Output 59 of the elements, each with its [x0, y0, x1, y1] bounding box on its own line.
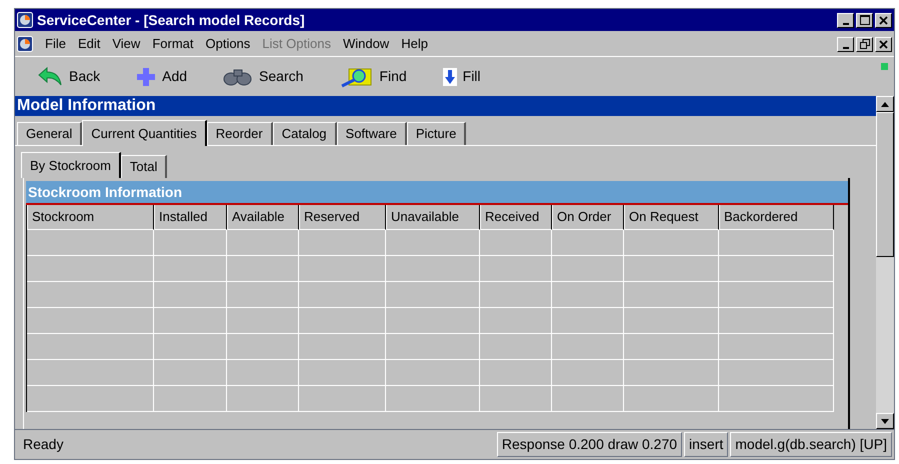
- column-header[interactable]: Available: [227, 205, 299, 230]
- close-button[interactable]: [875, 36, 892, 52]
- column-header[interactable]: Backordered: [719, 205, 834, 230]
- menu-item[interactable]: View: [112, 34, 140, 54]
- plus-icon: [136, 66, 156, 86]
- menu-item[interactable]: Edit: [78, 34, 100, 54]
- column-header[interactable]: Installed: [154, 205, 227, 230]
- tab[interactable]: By Stockroom: [21, 152, 121, 178]
- close-icon: [879, 16, 888, 24]
- tab[interactable]: Reorder: [206, 122, 273, 145]
- minimize-icon: [842, 46, 848, 48]
- minimize-button[interactable]: [837, 12, 854, 28]
- table-title: Stockroom Information: [26, 181, 848, 205]
- close-button[interactable]: [875, 12, 892, 28]
- status-message: Ready: [22, 435, 64, 454]
- arrow-icon: [37, 66, 63, 86]
- app-icon: [17, 12, 33, 28]
- tab[interactable]: Catalog: [272, 122, 337, 145]
- toolbar-button[interactable]: Search: [223, 66, 304, 87]
- toolbar-button[interactable]: Fill: [442, 66, 481, 87]
- tab[interactable]: Picture: [406, 122, 466, 145]
- status-context: model.g(db.search) [UP]: [730, 432, 892, 457]
- column-header[interactable]: On Request: [624, 205, 719, 230]
- toolbar-button[interactable]: Find: [339, 66, 407, 88]
- down-arrow-icon: [442, 68, 457, 86]
- menu-item[interactable]: Help: [401, 34, 428, 54]
- minimize-button[interactable]: [837, 36, 854, 52]
- folder-magnifier-icon: [339, 66, 374, 88]
- tab[interactable]: Current Quantities: [82, 120, 207, 146]
- app-icon: [17, 36, 33, 52]
- menu-item[interactable]: Format: [152, 34, 194, 54]
- maximize-icon: [860, 15, 870, 25]
- maximize-button[interactable]: [856, 12, 873, 28]
- close-icon: [879, 40, 888, 48]
- status-indicator: [881, 63, 888, 70]
- menu-item[interactable]: Window: [342, 34, 390, 54]
- minimize-icon: [842, 22, 848, 24]
- status-mode: insert: [684, 432, 728, 457]
- column-header[interactable]: On Order: [552, 205, 624, 230]
- column-header[interactable]: Reserved: [299, 205, 386, 230]
- column-header[interactable]: Unavailable: [386, 205, 480, 230]
- column-header[interactable]: Received: [480, 205, 552, 230]
- column-header[interactable]: Stockroom: [27, 205, 154, 230]
- toolbar-button[interactable]: Add: [136, 66, 188, 87]
- down-arrow-icon: [881, 418, 889, 424]
- restore-icon: [860, 39, 870, 49]
- tab[interactable]: Total: [120, 155, 168, 178]
- section-header: Model Information: [15, 96, 876, 116]
- menu-item[interactable]: File: [45, 34, 66, 54]
- binoculars-icon: [223, 66, 254, 86]
- up-arrow-icon: [881, 102, 889, 106]
- menu-item[interactable]: Options: [205, 34, 250, 54]
- restore-button[interactable]: [856, 36, 873, 52]
- status-timing: Response 0.200 draw 0.270: [496, 432, 682, 457]
- scrollbar[interactable]: [876, 96, 894, 429]
- toolbar-button[interactable]: Back: [37, 66, 100, 87]
- tab[interactable]: Software: [336, 122, 407, 145]
- window-title: ServiceCenter - [Search model Records]: [37, 10, 305, 30]
- tab[interactable]: General: [17, 122, 82, 145]
